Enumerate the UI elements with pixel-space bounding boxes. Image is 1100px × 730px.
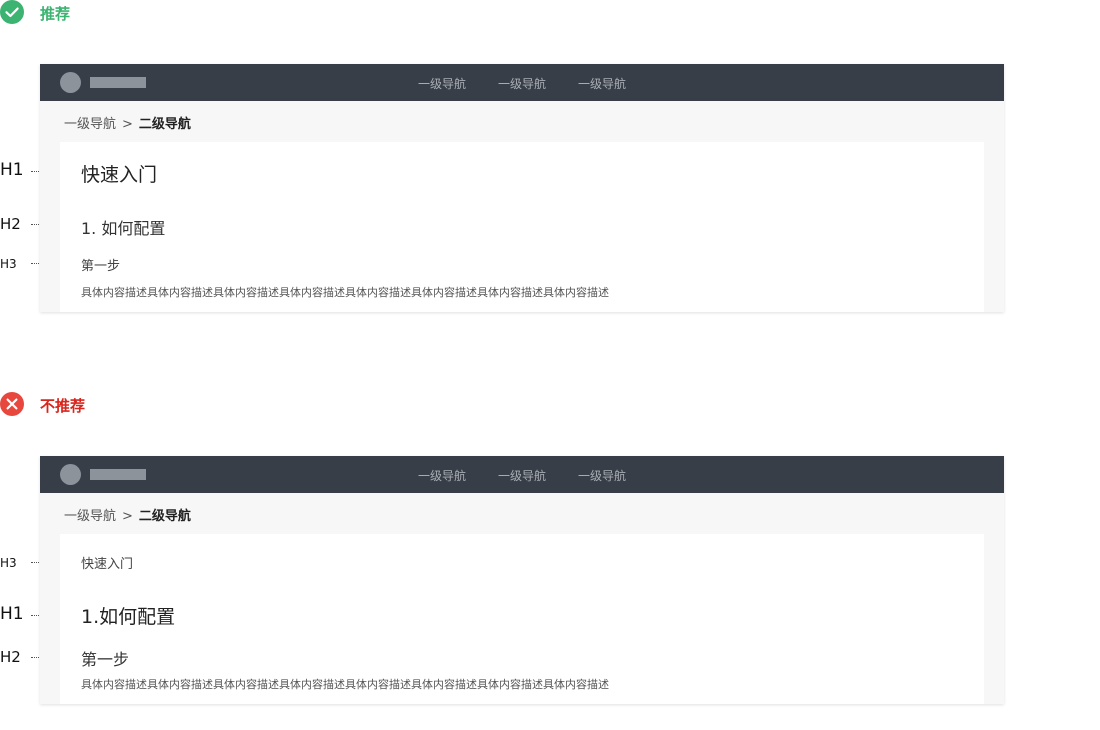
breadcrumb-current: 二级导航: [138, 117, 191, 132]
mock-page: 一级导航 一级导航 一级导航 一级导航 > 二级导航 快速入门 1. 如何配置 第一…: [40, 64, 1004, 312]
check-circle-icon: [0, 0, 24, 24]
breadcrumb-item[interactable]: 一级导航: [64, 509, 116, 524]
heading-level-2: 1. 如何配置: [81, 219, 166, 238]
annotation-label: H2: [0, 215, 21, 233]
content-card: 快速入门 1. 如何配置 第一步 具体内容描述具体内容描述具体内容描述具体内容描…: [60, 142, 984, 312]
content-description: 具体内容描述具体内容描述具体内容描述具体内容描述具体内容描述具体内容描述具体内容…: [81, 286, 609, 299]
breadcrumb: 一级导航 > 二级导航: [64, 505, 191, 524]
recommended-label: 推荐: [40, 5, 71, 23]
top-navigation-bar: 一级导航 一级导航 一级导航: [40, 456, 1004, 493]
heading-level-3: 第一步: [81, 259, 121, 274]
annotation-label: H3: [0, 257, 17, 271]
logo-placeholder: [60, 464, 81, 485]
mock-page: 一级导航 一级导航 一级导航 一级导航 > 二级导航 快速入门 1.如何配置 第一步…: [40, 456, 1004, 704]
logo-placeholder: [60, 72, 81, 93]
heading-level-3: 快速入门: [81, 557, 134, 572]
annotation-label: H3: [0, 556, 17, 570]
brand-name-placeholder: [90, 77, 146, 88]
heading-level-1: 快速入门: [81, 164, 158, 186]
top-navigation-bar: 一级导航 一级导航 一级导航: [40, 64, 1004, 101]
breadcrumb-separator: >: [122, 117, 133, 132]
top-nav-item[interactable]: 一级导航: [578, 467, 626, 484]
content-description: 具体内容描述具体内容描述具体内容描述具体内容描述具体内容描述具体内容描述具体内容…: [81, 678, 609, 691]
breadcrumb-item[interactable]: 一级导航: [64, 117, 116, 132]
heading-level-1: 1.如何配置: [81, 606, 176, 628]
breadcrumb-separator: >: [122, 509, 133, 524]
top-nav-item[interactable]: 一级导航: [578, 75, 626, 92]
top-nav-item[interactable]: 一级导航: [418, 467, 466, 484]
top-nav-item[interactable]: 一级导航: [498, 75, 546, 92]
breadcrumb-current: 二级导航: [138, 509, 191, 524]
brand-name-placeholder: [90, 469, 146, 480]
breadcrumb: 一级导航 > 二级导航: [64, 113, 191, 132]
top-nav-item[interactable]: 一级导航: [418, 75, 466, 92]
top-nav-item[interactable]: 一级导航: [498, 467, 546, 484]
close-circle-icon: [0, 392, 24, 416]
annotation-label: H1: [0, 160, 24, 180]
annotation-label: H2: [0, 648, 21, 666]
heading-level-2: 第一步: [81, 650, 130, 669]
not-recommended-label: 不推荐: [40, 397, 86, 415]
annotation-label: H1: [0, 604, 24, 624]
content-card: 快速入门 1.如何配置 第一步 具体内容描述具体内容描述具体内容描述具体内容描述…: [60, 534, 984, 704]
